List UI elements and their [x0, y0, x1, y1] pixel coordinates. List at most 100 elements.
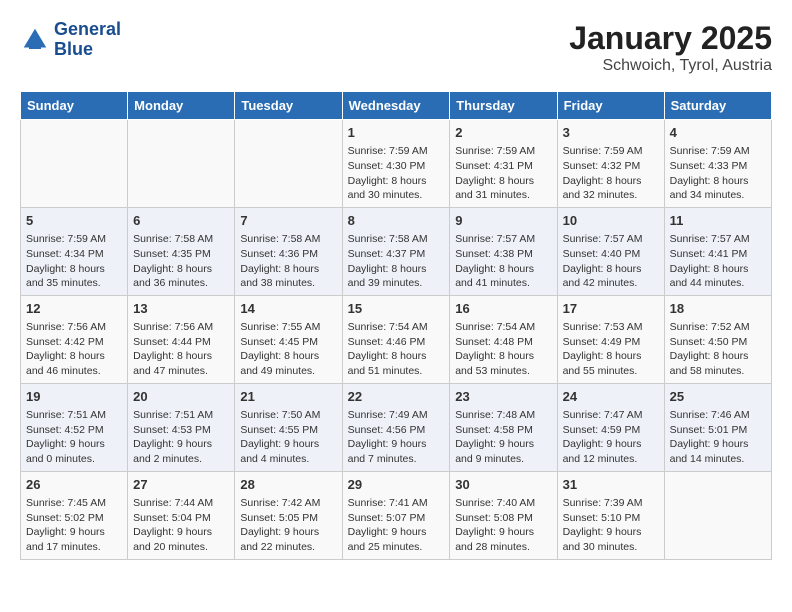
day-number: 17: [563, 300, 659, 318]
day-content: Sunrise: 7:42 AM Sunset: 5:05 PM Dayligh…: [240, 496, 336, 555]
day-number: 16: [455, 300, 551, 318]
calendar-cell: 27 Sunrise: 7:44 AM Sunset: 5:04 PM Dayli…: [128, 471, 235, 559]
page-header: General Blue January 2025 Schwoich, Tyro…: [20, 20, 772, 75]
day-content: Sunrise: 7:48 AM Sunset: 4:58 PM Dayligh…: [455, 408, 551, 467]
header-tuesday: Tuesday: [235, 92, 342, 120]
title-block: January 2025 Schwoich, Tyrol, Austria: [569, 20, 772, 75]
day-number: 4: [670, 124, 766, 142]
day-content: Sunrise: 7:44 AM Sunset: 5:04 PM Dayligh…: [133, 496, 229, 555]
calendar-cell: 24 Sunrise: 7:47 AM Sunset: 4:59 PM Dayli…: [557, 383, 664, 471]
day-number: 31: [563, 476, 659, 494]
day-number: 18: [670, 300, 766, 318]
day-number: 12: [26, 300, 122, 318]
header-sunday: Sunday: [21, 92, 128, 120]
day-content: Sunrise: 7:57 AM Sunset: 4:40 PM Dayligh…: [563, 232, 659, 291]
calendar-cell: 12 Sunrise: 7:56 AM Sunset: 4:42 PM Dayli…: [21, 295, 128, 383]
day-content: Sunrise: 7:39 AM Sunset: 5:10 PM Dayligh…: [563, 496, 659, 555]
calendar-cell: 13 Sunrise: 7:56 AM Sunset: 4:44 PM Dayli…: [128, 295, 235, 383]
day-number: 21: [240, 388, 336, 406]
calendar-cell: 14 Sunrise: 7:55 AM Sunset: 4:45 PM Dayli…: [235, 295, 342, 383]
calendar-cell: 29 Sunrise: 7:41 AM Sunset: 5:07 PM Dayli…: [342, 471, 450, 559]
calendar-cell: 3Sunrise: 7:59 AM Sunset: 4:32 PM Daylig…: [557, 120, 664, 208]
calendar-title: January 2025: [569, 20, 772, 57]
calendar-cell: 28 Sunrise: 7:42 AM Sunset: 5:05 PM Dayli…: [235, 471, 342, 559]
header-friday: Friday: [557, 92, 664, 120]
calendar-week-row: 19 Sunrise: 7:51 AM Sunset: 4:52 PM Dayli…: [21, 383, 772, 471]
day-number: 15: [348, 300, 445, 318]
header-saturday: Saturday: [664, 92, 771, 120]
day-number: 8: [348, 212, 445, 230]
day-number: 3: [563, 124, 659, 142]
day-number: 26: [26, 476, 122, 494]
calendar-cell: 8 Sunrise: 7:58 AM Sunset: 4:37 PM Daylig…: [342, 207, 450, 295]
day-number: 14: [240, 300, 336, 318]
calendar-cell: [128, 120, 235, 208]
day-content: Sunrise: 7:59 AM Sunset: 4:33 PM Dayligh…: [670, 144, 766, 203]
calendar-cell: 30Sunrise: 7:40 AM Sunset: 5:08 PM Dayli…: [450, 471, 557, 559]
calendar-cell: 1Sunrise: 7:59 AM Sunset: 4:30 PM Daylig…: [342, 120, 450, 208]
day-number: 28: [240, 476, 336, 494]
day-content: Sunrise: 7:56 AM Sunset: 4:44 PM Dayligh…: [133, 320, 229, 379]
calendar-cell: 20 Sunrise: 7:51 AM Sunset: 4:53 PM Dayli…: [128, 383, 235, 471]
logo: General Blue: [20, 20, 121, 60]
day-content: Sunrise: 7:55 AM Sunset: 4:45 PM Dayligh…: [240, 320, 336, 379]
day-number: 13: [133, 300, 229, 318]
calendar-cell: 11 Sunrise: 7:57 AM Sunset: 4:41 PM Dayli…: [664, 207, 771, 295]
day-content: Sunrise: 7:59 AM Sunset: 4:31 PM Dayligh…: [455, 144, 551, 203]
day-content: Sunrise: 7:50 AM Sunset: 4:55 PM Dayligh…: [240, 408, 336, 467]
day-content: Sunrise: 7:53 AM Sunset: 4:49 PM Dayligh…: [563, 320, 659, 379]
calendar-table: SundayMondayTuesdayWednesdayThursdayFrid…: [20, 91, 772, 560]
logo-text: General Blue: [54, 20, 121, 60]
day-content: Sunrise: 7:58 AM Sunset: 4:35 PM Dayligh…: [133, 232, 229, 291]
calendar-cell: 21 Sunrise: 7:50 AM Sunset: 4:55 PM Dayli…: [235, 383, 342, 471]
logo-icon: [20, 25, 50, 55]
calendar-cell: 18 Sunrise: 7:52 AM Sunset: 4:50 PM Dayli…: [664, 295, 771, 383]
day-content: Sunrise: 7:57 AM Sunset: 4:41 PM Dayligh…: [670, 232, 766, 291]
day-number: 24: [563, 388, 659, 406]
day-content: Sunrise: 7:59 AM Sunset: 4:30 PM Dayligh…: [348, 144, 445, 203]
header-monday: Monday: [128, 92, 235, 120]
day-number: 5: [26, 212, 122, 230]
day-number: 10: [563, 212, 659, 230]
day-content: Sunrise: 7:56 AM Sunset: 4:42 PM Dayligh…: [26, 320, 122, 379]
calendar-cell: 6 Sunrise: 7:58 AM Sunset: 4:35 PM Daylig…: [128, 207, 235, 295]
calendar-cell: 9Sunrise: 7:57 AM Sunset: 4:38 PM Daylig…: [450, 207, 557, 295]
calendar-week-row: 1Sunrise: 7:59 AM Sunset: 4:30 PM Daylig…: [21, 120, 772, 208]
calendar-cell: [21, 120, 128, 208]
day-content: Sunrise: 7:57 AM Sunset: 4:38 PM Dayligh…: [455, 232, 551, 291]
calendar-subtitle: Schwoich, Tyrol, Austria: [569, 57, 772, 75]
day-content: Sunrise: 7:45 AM Sunset: 5:02 PM Dayligh…: [26, 496, 122, 555]
day-content: Sunrise: 7:41 AM Sunset: 5:07 PM Dayligh…: [348, 496, 445, 555]
day-content: Sunrise: 7:58 AM Sunset: 4:37 PM Dayligh…: [348, 232, 445, 291]
day-content: Sunrise: 7:52 AM Sunset: 4:50 PM Dayligh…: [670, 320, 766, 379]
calendar-cell: 4 Sunrise: 7:59 AM Sunset: 4:33 PM Daylig…: [664, 120, 771, 208]
calendar-cell: 19 Sunrise: 7:51 AM Sunset: 4:52 PM Dayli…: [21, 383, 128, 471]
day-number: 19: [26, 388, 122, 406]
day-number: 27: [133, 476, 229, 494]
day-number: 23: [455, 388, 551, 406]
calendar-week-row: 26 Sunrise: 7:45 AM Sunset: 5:02 PM Dayli…: [21, 471, 772, 559]
calendar-header-row: SundayMondayTuesdayWednesdayThursdayFrid…: [21, 92, 772, 120]
day-content: Sunrise: 7:51 AM Sunset: 4:52 PM Dayligh…: [26, 408, 122, 467]
day-content: Sunrise: 7:54 AM Sunset: 4:46 PM Dayligh…: [348, 320, 445, 379]
calendar-cell: 5Sunrise: 7:59 AM Sunset: 4:34 PM Daylig…: [21, 207, 128, 295]
day-content: Sunrise: 7:58 AM Sunset: 4:36 PM Dayligh…: [240, 232, 336, 291]
calendar-cell: 26 Sunrise: 7:45 AM Sunset: 5:02 PM Dayli…: [21, 471, 128, 559]
day-content: Sunrise: 7:51 AM Sunset: 4:53 PM Dayligh…: [133, 408, 229, 467]
calendar-cell: 16Sunrise: 7:54 AM Sunset: 4:48 PM Dayli…: [450, 295, 557, 383]
calendar-cell: 10 Sunrise: 7:57 AM Sunset: 4:40 PM Dayli…: [557, 207, 664, 295]
day-number: 7: [240, 212, 336, 230]
calendar-cell: 15 Sunrise: 7:54 AM Sunset: 4:46 PM Dayli…: [342, 295, 450, 383]
day-number: 30: [455, 476, 551, 494]
calendar-week-row: 12 Sunrise: 7:56 AM Sunset: 4:42 PM Dayli…: [21, 295, 772, 383]
day-number: 6: [133, 212, 229, 230]
calendar-week-row: 5Sunrise: 7:59 AM Sunset: 4:34 PM Daylig…: [21, 207, 772, 295]
calendar-cell: [664, 471, 771, 559]
day-number: 20: [133, 388, 229, 406]
day-number: 29: [348, 476, 445, 494]
day-number: 22: [348, 388, 445, 406]
day-content: Sunrise: 7:47 AM Sunset: 4:59 PM Dayligh…: [563, 408, 659, 467]
calendar-cell: 17 Sunrise: 7:53 AM Sunset: 4:49 PM Dayli…: [557, 295, 664, 383]
day-number: 11: [670, 212, 766, 230]
day-number: 25: [670, 388, 766, 406]
